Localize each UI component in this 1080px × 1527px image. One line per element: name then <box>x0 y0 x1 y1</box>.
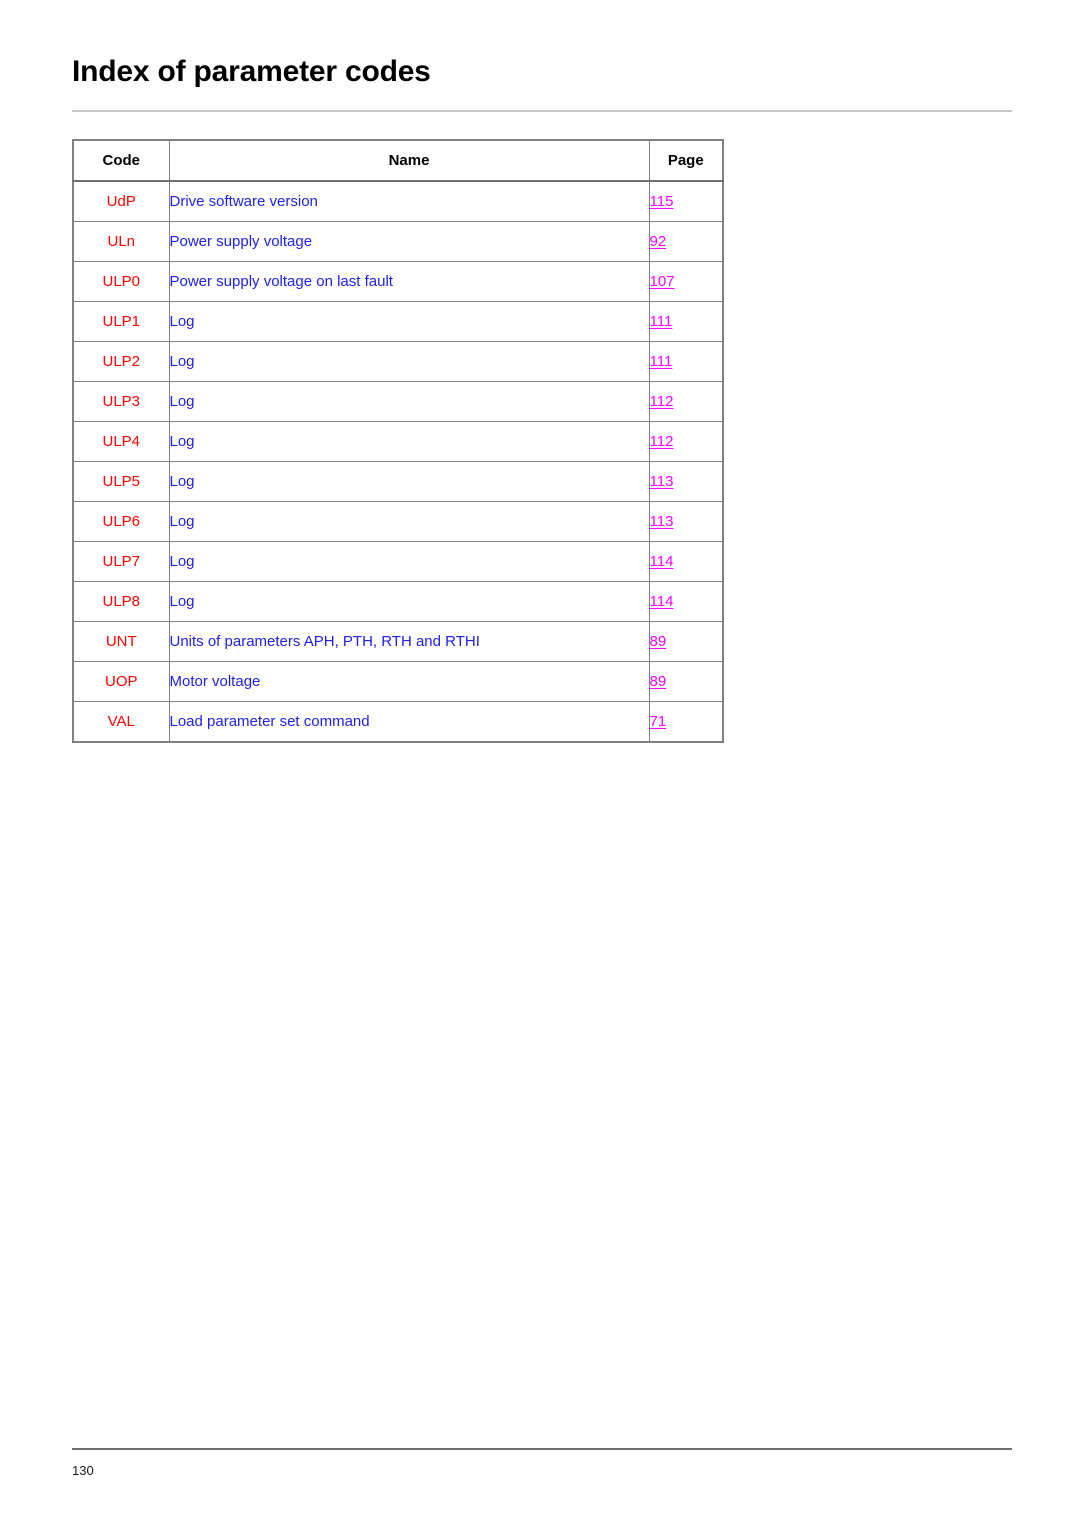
cell-parameter-code: ULP2 <box>72 341 170 382</box>
cell-page-number: 115 <box>648 180 724 222</box>
cell-parameter-name: Drive software version <box>168 180 650 222</box>
cell-parameter-code: ULP1 <box>72 301 170 342</box>
table-row: ULP1 Log 111 <box>72 301 724 342</box>
cell-parameter-name: Log <box>168 501 650 542</box>
cell-page-number: 89 <box>648 621 724 662</box>
page-number-link[interactable]: 114 <box>650 553 674 570</box>
cell-parameter-name: Log <box>168 301 650 342</box>
table-row: UdP Drive software version 115 <box>72 180 724 222</box>
cell-parameter-code: UNT <box>72 621 170 662</box>
table-row: ULP8 Log 114 <box>72 581 724 622</box>
table-row: ULP0 Power supply voltage on last fault 10… <box>72 261 724 302</box>
page-number-link[interactable]: 114 <box>650 593 674 610</box>
table-row: VAL Load parameter set command 71 <box>72 701 724 743</box>
parameter-index-table: Code Name Page UdP Drive software version… <box>72 139 724 743</box>
cell-parameter-name: Motor voltage <box>168 661 650 702</box>
cell-parameter-name: Power supply voltage on last fault <box>168 261 650 302</box>
cell-parameter-name: Log <box>168 421 650 462</box>
cell-parameter-code: ULP7 <box>72 541 170 582</box>
table-row: UNT Units of parameters APH, PTH, RTH and… <box>72 621 724 662</box>
cell-page-number: 111 <box>648 301 724 342</box>
cell-page-number: 113 <box>648 501 724 542</box>
cell-parameter-code: ULn <box>72 221 170 262</box>
cell-page-number: 113 <box>648 461 724 502</box>
table-header-row: Code Name Page <box>72 139 724 182</box>
cell-page-number: 107 <box>648 261 724 302</box>
cell-parameter-name: Log <box>168 581 650 622</box>
cell-parameter-code: VAL <box>72 701 170 743</box>
page-number-link[interactable]: 111 <box>650 313 673 330</box>
table-row: ULn Power supply voltage 92 <box>72 221 724 262</box>
cell-parameter-code: ULP5 <box>72 461 170 502</box>
footer-page-number: 130 <box>72 1463 94 1478</box>
cell-parameter-code: ULP6 <box>72 501 170 542</box>
cell-page-number: 89 <box>648 661 724 702</box>
cell-parameter-code: ULP8 <box>72 581 170 622</box>
table-row: ULP7 Log 114 <box>72 541 724 582</box>
column-header-code: Code <box>72 139 170 182</box>
page-number-link[interactable]: 89 <box>650 633 667 650</box>
page-number-link[interactable]: 107 <box>650 273 675 290</box>
cell-parameter-name: Load parameter set command <box>168 701 650 743</box>
column-header-page: Page <box>648 139 724 182</box>
table-row: ULP4 Log 112 <box>72 421 724 462</box>
cell-page-number: 112 <box>648 421 724 462</box>
page-number-link[interactable]: 111 <box>650 353 673 370</box>
document-page: Index of parameter codes Code Name Page … <box>0 0 1080 1527</box>
page-number-link[interactable]: 113 <box>650 473 674 490</box>
cell-parameter-name: Log <box>168 541 650 582</box>
table-row: ULP6 Log 113 <box>72 501 724 542</box>
page-number-link[interactable]: 112 <box>650 433 674 450</box>
table-body: UdP Drive software version 115 ULn Power sup… <box>72 180 724 743</box>
table-row: UOP Motor voltage 89 <box>72 661 724 702</box>
cell-parameter-code: UOP <box>72 661 170 702</box>
page-number-link[interactable]: 112 <box>650 393 674 410</box>
cell-page-number: 114 <box>648 541 724 582</box>
column-header-name: Name <box>168 139 650 182</box>
cell-parameter-name: Log <box>168 461 650 502</box>
page-number-link[interactable]: 89 <box>650 673 667 690</box>
cell-parameter-code: ULP3 <box>72 381 170 422</box>
cell-parameter-name: Power supply voltage <box>168 221 650 262</box>
cell-parameter-name: Log <box>168 341 650 382</box>
table-header: Code Name Page <box>72 139 724 182</box>
cell-page-number: 92 <box>648 221 724 262</box>
title-divider <box>72 110 1012 112</box>
cell-parameter-name: Units of parameters APH, PTH, RTH and RT… <box>168 621 650 662</box>
table-row: ULP2 Log 111 <box>72 341 724 382</box>
cell-page-number: 114 <box>648 581 724 622</box>
cell-parameter-code: UdP <box>72 180 170 222</box>
cell-parameter-code: ULP0 <box>72 261 170 302</box>
page-number-link[interactable]: 92 <box>650 233 667 250</box>
page-number-link[interactable]: 115 <box>650 193 674 210</box>
page-number-link[interactable]: 71 <box>650 713 667 730</box>
cell-page-number: 112 <box>648 381 724 422</box>
table-row: ULP3 Log 112 <box>72 381 724 422</box>
cell-page-number: 71 <box>648 701 724 743</box>
cell-page-number: 111 <box>648 341 724 382</box>
cell-parameter-code: ULP4 <box>72 421 170 462</box>
footer-divider <box>72 1448 1012 1450</box>
parameter-index-table-container: Code Name Page UdP Drive software version… <box>72 139 724 743</box>
table-row: ULP5 Log 113 <box>72 461 724 502</box>
page-number-link[interactable]: 113 <box>650 513 674 530</box>
page-title: Index of parameter codes <box>72 55 431 89</box>
cell-parameter-name: Log <box>168 381 650 422</box>
